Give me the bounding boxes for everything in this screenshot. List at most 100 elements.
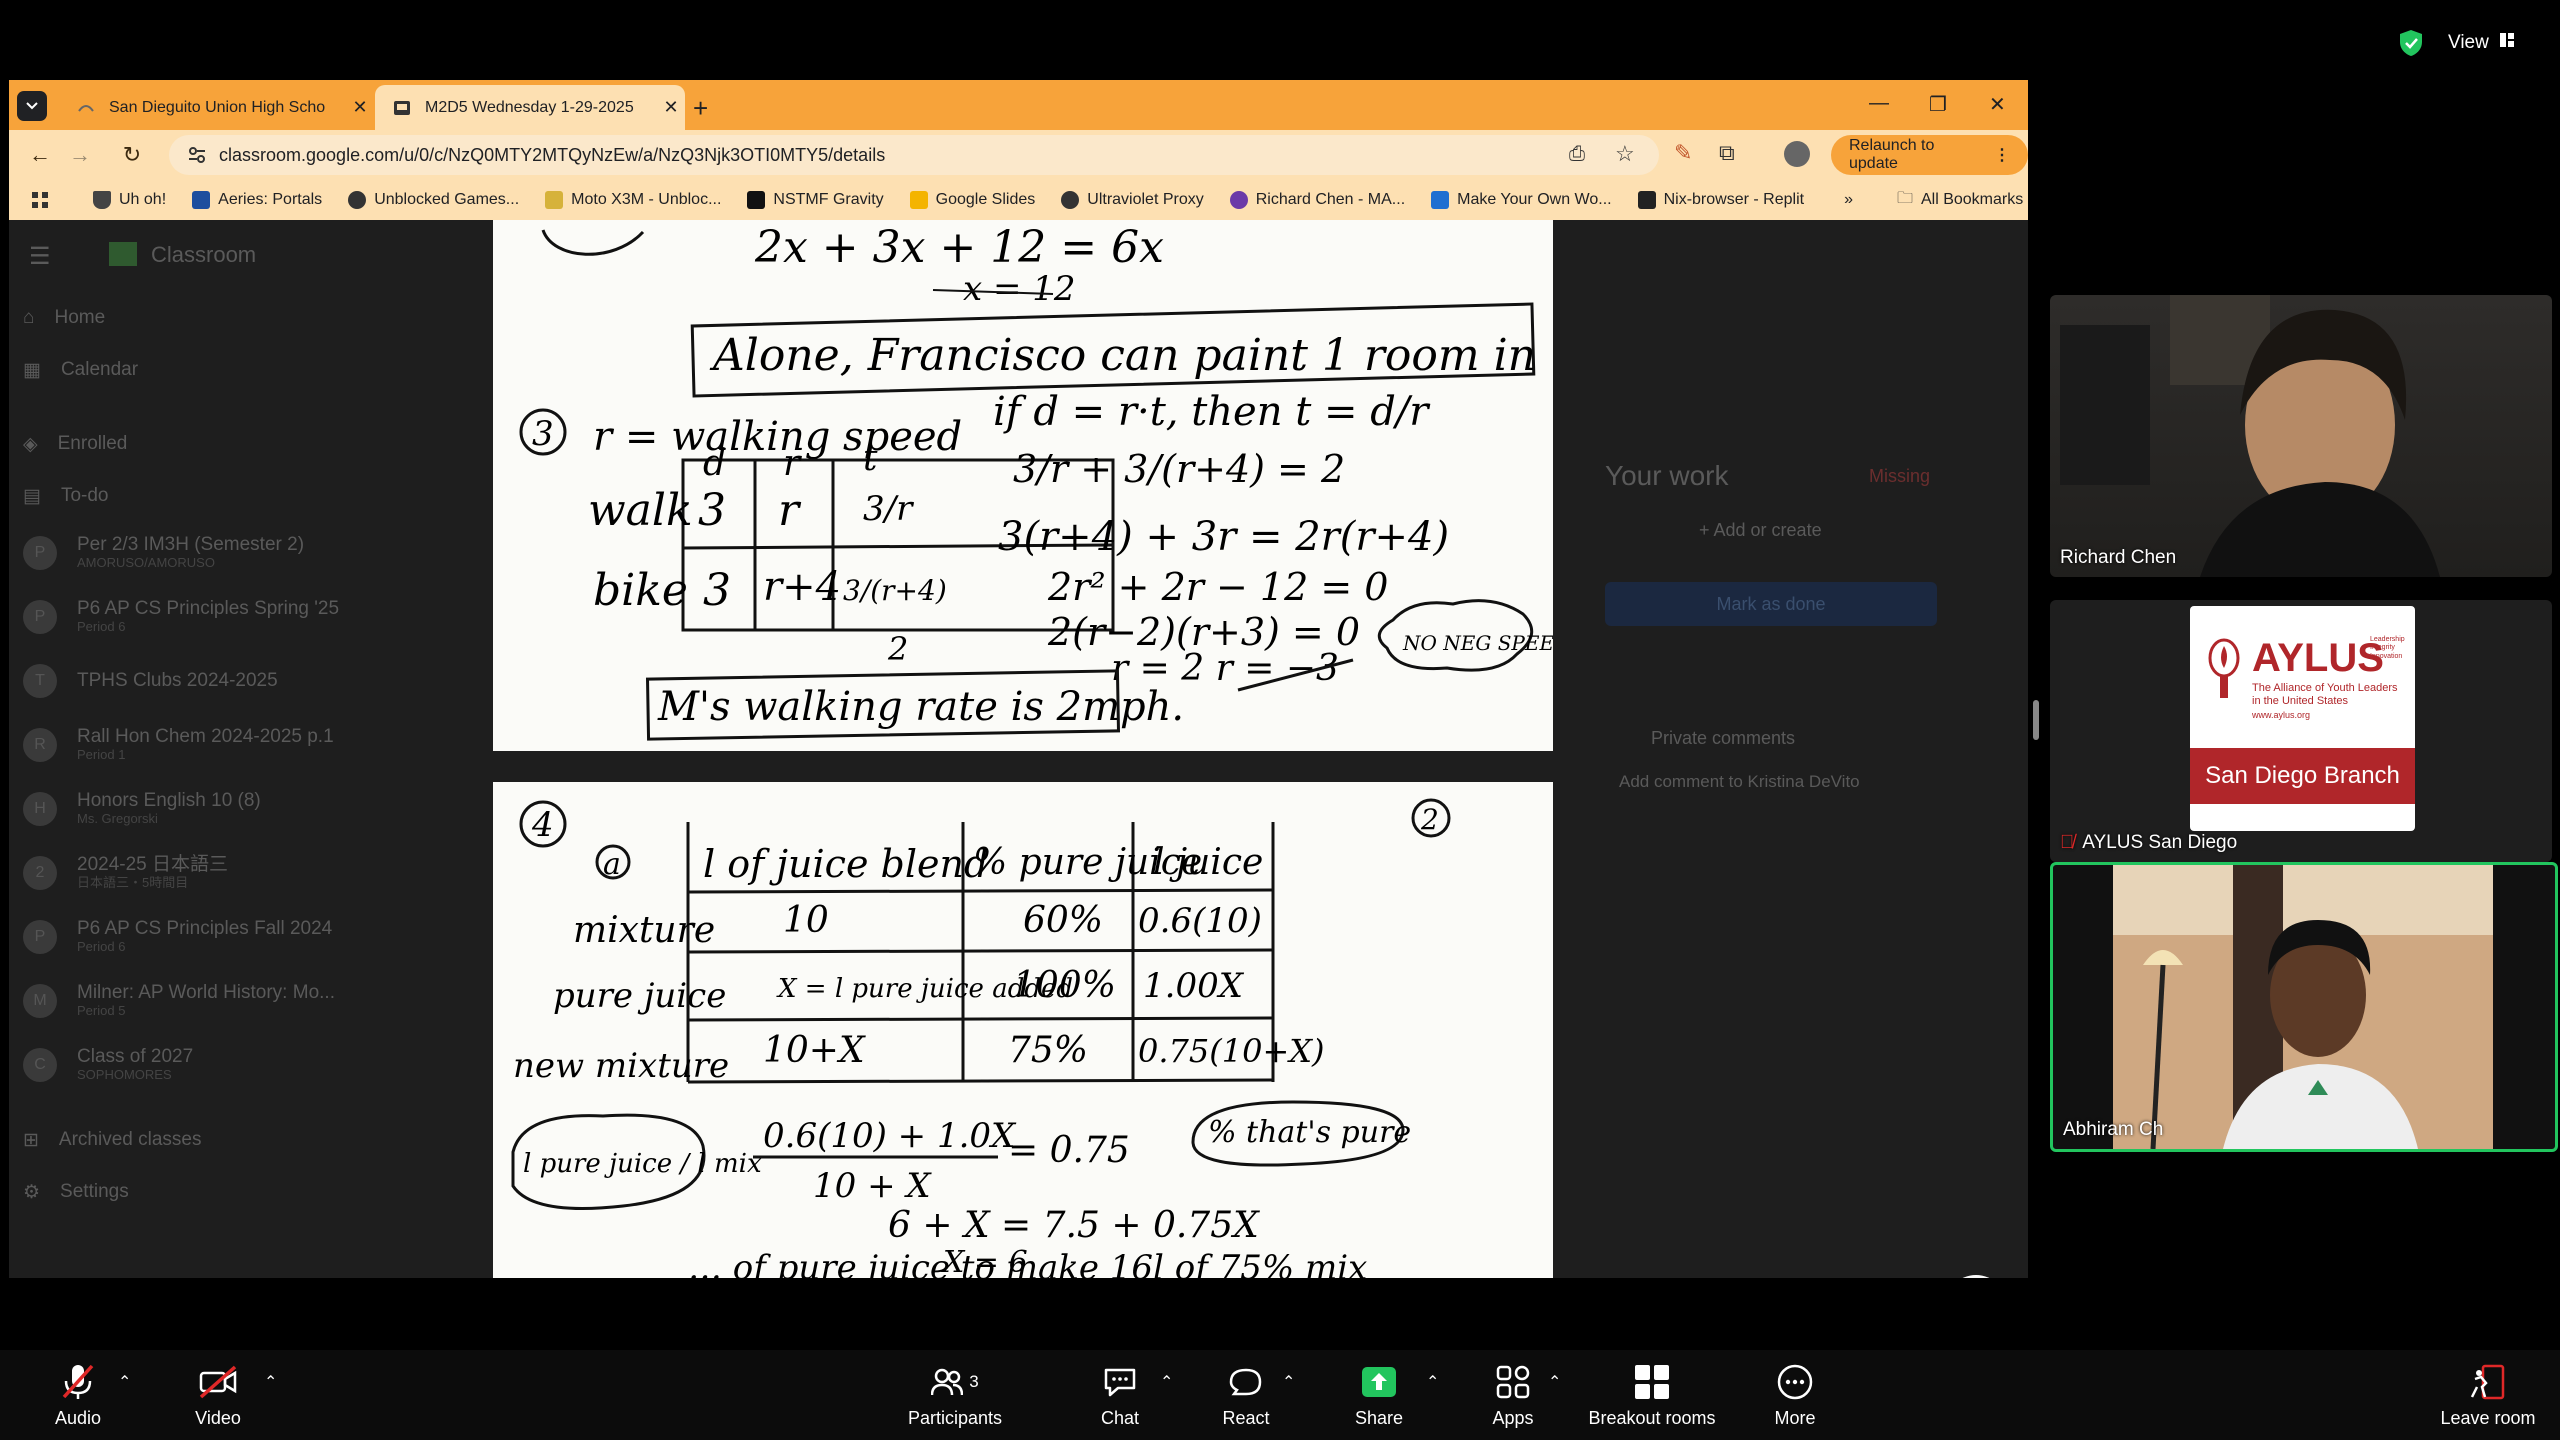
bookmark-nstmf[interactable]: NSTMF Gravity (747, 191, 884, 209)
note-row3-c2: 75% (1008, 1030, 1088, 1071)
back-arrow-icon[interactable]: ← (25, 140, 55, 170)
site-info-icon[interactable] (187, 145, 207, 165)
video-tile-abhiram[interactable]: Abhiram Ch (2050, 862, 2558, 1152)
sidebar-item-todo[interactable]: ▤ To-do (23, 476, 393, 516)
course-name: Honors English 10 (8) (77, 790, 261, 812)
tab-title: San Dieguito Union High Scho (109, 98, 326, 116)
apps-grid-icon[interactable] (31, 191, 49, 209)
course-item[interactable]: T TPHS Clubs 2024-2025 (23, 656, 393, 706)
share-button[interactable]: Share (1352, 1350, 1406, 1440)
course-item[interactable]: M Milner: AP World History: Mo... Period 5 (23, 976, 393, 1026)
course-item[interactable]: C Class of 2027 SOPHOMORES (23, 1040, 393, 1090)
bookmark-uh-oh[interactable]: Uh oh! (93, 191, 166, 209)
apps-button[interactable]: Apps (1488, 1350, 1538, 1440)
extensions-icon[interactable]: ⧉ (1719, 140, 1735, 166)
close-tab-icon[interactable]: ✕ (346, 97, 374, 118)
more-bookmarks-icon[interactable]: » (1844, 191, 1853, 209)
leave-room-button[interactable]: Leave room (2436, 1350, 2540, 1440)
video-button[interactable]: Video (186, 1350, 250, 1440)
chat-options-chevron-icon[interactable]: ⌃ (1160, 1372, 1173, 1392)
add-comment-input[interactable]: Add comment to Kristina DeVito (1619, 772, 1860, 792)
share-options-chevron-icon[interactable]: ⌃ (1426, 1372, 1439, 1392)
relaunch-button[interactable]: Relaunch to update ⋮ (1831, 135, 2028, 175)
bookmark-unblocked-games[interactable]: Unblocked Games... (348, 191, 519, 209)
audio-options-chevron-icon[interactable]: ⌃ (118, 1372, 131, 1392)
more-ellipsis-icon (1776, 1362, 1814, 1402)
react-options-chevron-icon[interactable]: ⌃ (1282, 1372, 1295, 1392)
course-item[interactable]: P Per 2/3 IM3H (Semester 2) AMORUSO/AMORUS… (23, 528, 393, 578)
chat-button[interactable]: Chat (1098, 1350, 1142, 1440)
tab-san-dieguito[interactable]: San Dieguito Union High Scho ✕ (59, 85, 374, 130)
sidebar-label: Archived classes (58, 1129, 202, 1150)
apps-options-chevron-icon[interactable]: ⌃ (1548, 1372, 1561, 1392)
bookmark-nix-browser[interactable]: Nix-browser - Replit (1637, 191, 1804, 209)
note-top-eq1: 2x + 3x + 12 = 6x (754, 222, 1164, 273)
help-button[interactable]: ? (1945, 1275, 2007, 1278)
bookmark-aeries[interactable]: Aeries: Portals (192, 191, 322, 209)
panel-resize-handle[interactable] (2033, 700, 2039, 740)
course-item[interactable]: R Rall Hon Chem 2024-2025 p.1 Period 1 (23, 720, 393, 770)
bookmark-moto[interactable]: Moto X3M - Unbloc... (545, 191, 721, 209)
tab-active-classroom[interactable]: M2D5 Wednesday 1-29-2025 ✕ (375, 85, 685, 130)
sidebar-item-settings[interactable]: ⚙ Settings (23, 1172, 393, 1212)
toolbar-label: More (1774, 1407, 1816, 1428)
note-p3-num: 3 (532, 414, 554, 454)
course-item[interactable]: H Honors English 10 (8) Ms. Gregorski (23, 784, 393, 834)
minimize-icon[interactable]: — (1869, 92, 1889, 115)
restore-icon[interactable]: ❐ (1929, 92, 1947, 117)
close-window-icon[interactable]: ✕ (1989, 92, 2006, 117)
bookmark-ultraviolet[interactable]: Ultraviolet Proxy (1061, 191, 1204, 209)
add-or-create-button[interactable]: + Add or create (1699, 520, 1822, 541)
classroom-page: ☰ Classroom ⌂ Home ▦ Calendar ◈ Enrolled ▤ T… (9, 220, 2028, 1278)
torch-icon (2208, 638, 2240, 698)
bookmark-google-slides[interactable]: Google Slides (909, 191, 1035, 209)
bookmark-richard-chen[interactable]: Richard Chen - MA... (1229, 191, 1405, 209)
reload-icon[interactable]: ↻ (117, 140, 147, 170)
course-item[interactable]: 2 2024-25 日本語三 日本語三・5時間目 (23, 848, 393, 898)
note-p4-num: 4 (531, 805, 554, 845)
all-bookmarks-button[interactable]: 🗀 All Bookmarks (1897, 187, 2023, 214)
slides-icon (909, 191, 928, 209)
address-bar[interactable]: classroom.google.com/u/0/c/NzQ0MTY2MTQyN… (169, 135, 1659, 175)
sidebar-item-home[interactable]: ⌂ Home (23, 298, 393, 338)
shield-icon[interactable] (2396, 28, 2426, 58)
aylus-logo: AYLUS Leadership Integrity Innovation Th… (2190, 606, 2415, 831)
sidebar-label: Enrolled (57, 433, 128, 454)
tab-strip: San Dieguito Union High Scho ✕ M2D5 Wedn… (9, 80, 2028, 130)
participant-name: Abhiram Ch (2063, 1119, 2164, 1140)
breakout-rooms-button[interactable]: Breakout rooms (1582, 1350, 1722, 1440)
sidebar-item-enrolled[interactable]: ◈ Enrolled (23, 424, 393, 464)
sidebar-item-archived[interactable]: ⊞ Archived classes (23, 1120, 393, 1160)
handwritten-notes-top: 2x + 3x + 12 = 6x x = 12 Alone, Francisc… (519, 222, 1553, 741)
aylus-branch: San Diego Branch (2190, 748, 2415, 804)
bookmark-star-icon[interactable]: ☆ (1615, 141, 1635, 167)
close-tab-icon[interactable]: ✕ (657, 97, 685, 118)
note-row3-c1: 10+X (763, 1030, 866, 1071)
audio-button[interactable]: Audio (48, 1350, 108, 1440)
new-tab-button[interactable]: + (693, 93, 708, 124)
react-button[interactable]: React (1220, 1350, 1272, 1440)
participants-button[interactable]: 3 Participants (900, 1350, 1010, 1440)
video-tile-aylus[interactable]: AYLUS Leadership Integrity Innovation Th… (2050, 600, 2552, 862)
view-button[interactable]: View (2448, 28, 2515, 58)
profile-avatar[interactable] (1784, 141, 1810, 167)
install-app-icon[interactable]: ⎙ (1569, 143, 1585, 166)
browser-toolbar: ← → ↻ classroom.google.com/u/0/c/NzQ0MTY… (9, 130, 2028, 180)
bookmark-make-your-own[interactable]: Make Your Own Wo... (1431, 191, 1612, 209)
video-tile-richard-chen[interactable]: Richard Chen (2050, 295, 2552, 577)
course-name: Per 2/3 IM3H (Semester 2) (77, 534, 305, 556)
video-options-chevron-icon[interactable]: ⌃ (264, 1372, 277, 1392)
note-eq-frac-num: 0.6(10) + 1.0X (763, 1116, 1017, 1156)
forward-arrow-icon[interactable]: → (65, 140, 95, 170)
course-item[interactable]: P P6 AP CS Principles Spring '25 Period 6 (23, 592, 393, 642)
bookmarks-bar: Uh oh! Aeries: Portals Unblocked Games..… (9, 180, 2028, 220)
kebab-menu-icon[interactable]: ⋮ (1994, 145, 2010, 165)
tab-search-button[interactable] (17, 91, 47, 121)
pen-icon[interactable]: ✎ (1674, 140, 1692, 166)
replit-icon (1637, 191, 1656, 209)
sidebar-item-calendar[interactable]: ▦ Calendar (23, 350, 393, 390)
mark-as-done-button[interactable]: Mark as done (1605, 582, 1937, 626)
tab-title: M2D5 Wednesday 1-29-2025 (425, 98, 634, 116)
more-button[interactable]: More (1770, 1350, 1820, 1440)
course-item[interactable]: P P6 AP CS Principles Fall 2024 Period 6 (23, 912, 393, 962)
